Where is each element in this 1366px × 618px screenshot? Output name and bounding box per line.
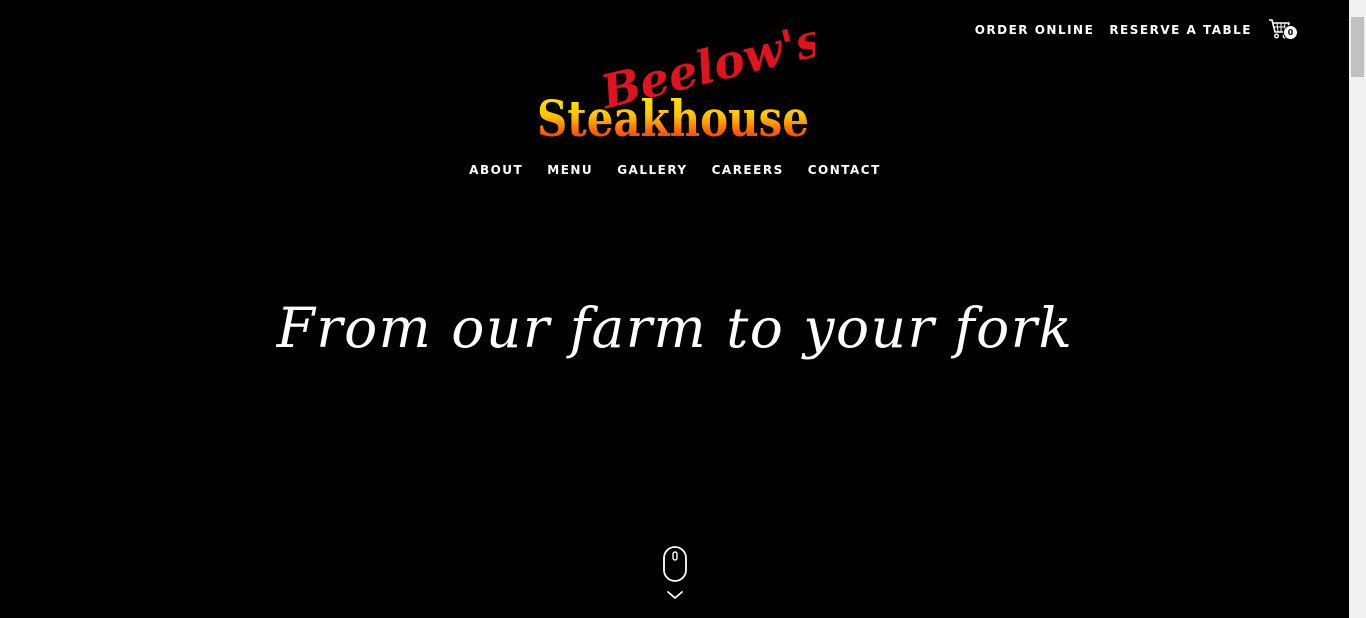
top-utility-bar: ORDER ONLINE RESERVE A TABLE 0 xyxy=(975,18,1298,42)
nav-item-careers[interactable]: CAREERS xyxy=(712,163,784,177)
nav-item-contact[interactable]: CONTACT xyxy=(808,163,881,177)
scrollbar-thumb[interactable] xyxy=(1351,17,1364,77)
main-navigation: ABOUT MENU GALLERY CAREERS CONTACT xyxy=(0,163,1350,177)
hero-title: From our farm to your fork xyxy=(276,296,1074,360)
site-logo[interactable]: Beelow's Steakhouse xyxy=(535,12,827,148)
order-online-link[interactable]: ORDER ONLINE xyxy=(975,23,1095,37)
cart-button[interactable]: 0 xyxy=(1268,18,1298,42)
nav-item-about[interactable]: ABOUT xyxy=(469,163,523,177)
nav-item-menu[interactable]: MENU xyxy=(547,163,593,177)
mouse-scroll-icon xyxy=(663,546,687,582)
page-scrollbar[interactable] xyxy=(1349,0,1366,618)
logo-graphic: Beelow's Steakhouse xyxy=(537,12,827,148)
reserve-table-link[interactable]: RESERVE A TABLE xyxy=(1109,23,1252,37)
logo-main-text: Steakhouse xyxy=(537,89,809,144)
nav-item-gallery[interactable]: GALLERY xyxy=(617,163,687,177)
chevron-down-icon xyxy=(667,591,683,599)
cart-count-badge: 0 xyxy=(1283,25,1298,40)
scroll-down-button[interactable] xyxy=(661,545,689,607)
